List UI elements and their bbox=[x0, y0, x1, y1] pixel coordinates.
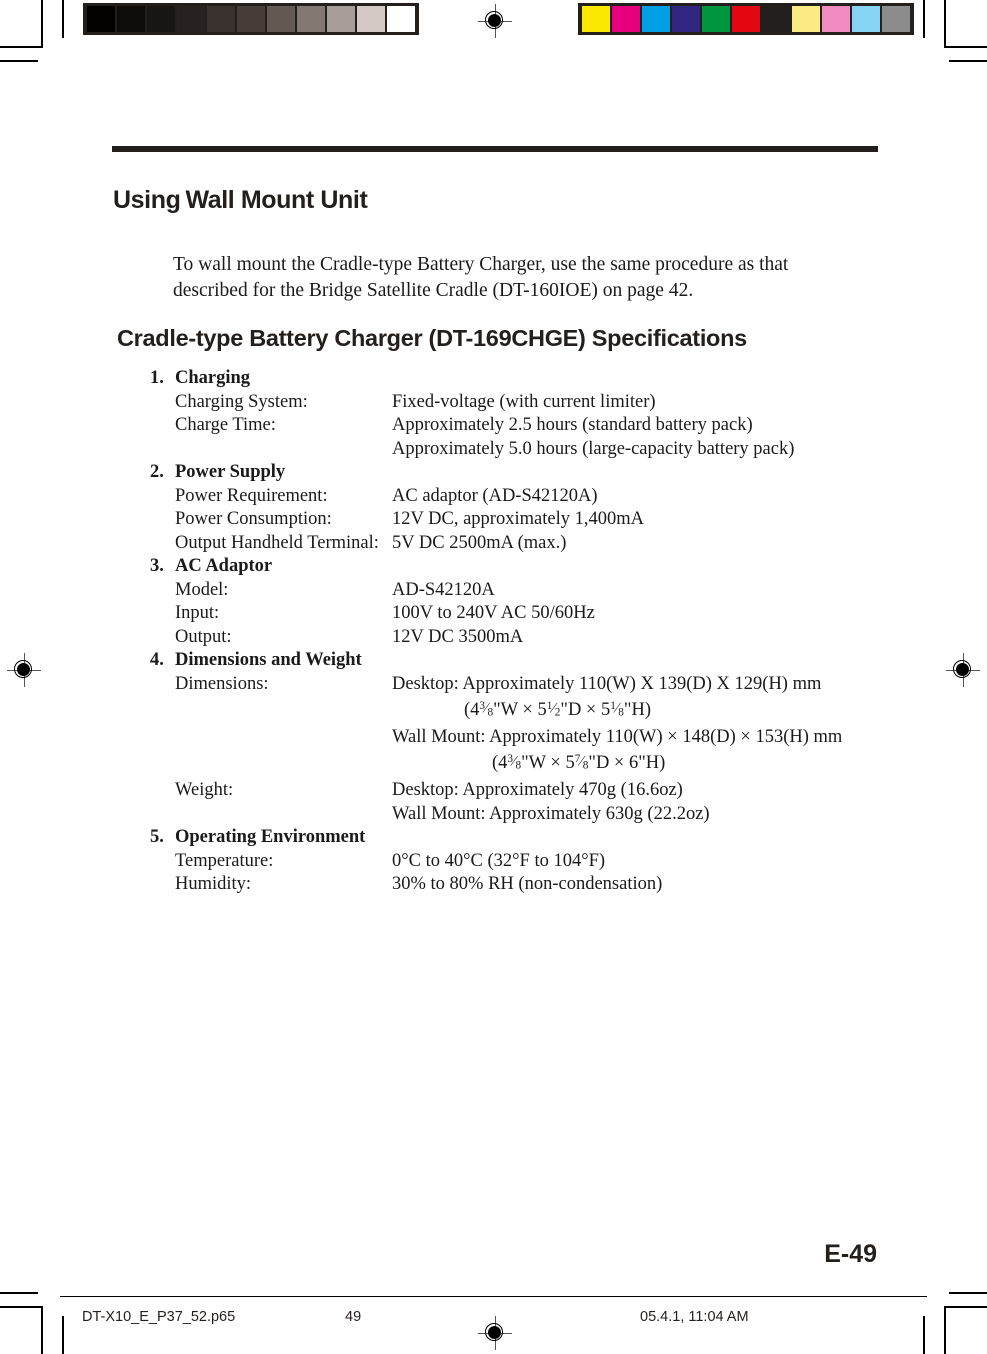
spec-value: Wall Mount: Approximately 110(W) × 148(D… bbox=[392, 726, 843, 747]
spec-value-inches: (43⁄8"W × 51⁄2"D × 51⁄8"H) bbox=[392, 696, 651, 726]
spec-group-label: Power Supply bbox=[175, 462, 286, 482]
spec-group: 2. Power Supply Power Requirement: AC adapt… bbox=[150, 461, 910, 555]
intro-paragraph: To wall mount the Cradle-type Battery Ch… bbox=[173, 253, 789, 301]
spec-value: Wall Mount: Approximately 630g (22.2oz) bbox=[392, 803, 710, 824]
spec-group: 5. Operating Environment Temperature: 0°C t… bbox=[150, 826, 910, 897]
page-title-word-1: Using bbox=[113, 186, 181, 214]
spec-value: Approximately 5.0 hours (large-capacity … bbox=[392, 438, 795, 459]
spec-row: Charge Time: Approximately 2.5 hours (sta… bbox=[150, 414, 910, 438]
fraction: 3⁄8 bbox=[479, 700, 494, 719]
spec-value: 12V DC, approximately 1,400mA bbox=[392, 509, 644, 529]
spec-value: Fixed-voltage (with current limiter) bbox=[392, 391, 656, 412]
spec-row: Dimensions: Desktop: Approximately 110(W)… bbox=[150, 673, 910, 697]
page-title-word-2: Wall Mount Unit bbox=[185, 186, 368, 214]
spec-row: Power Requirement: AC adaptor (AD-S42120A… bbox=[150, 485, 910, 509]
spec-group-label: Dimensions and Weight bbox=[175, 650, 362, 670]
spec-value: 0°C to 40°C (32°F to 104°F) bbox=[392, 850, 606, 871]
spec-row-continuation: Wall Mount: Approximately 630g (22.2oz) bbox=[150, 803, 910, 827]
spec-row: Input: 100V to 240V AC 50/60Hz bbox=[150, 602, 910, 626]
spec-group-title: 3. AC Adaptor bbox=[150, 555, 910, 579]
spec-label: Humidity: bbox=[175, 874, 252, 895]
section-divider-rule bbox=[112, 146, 878, 152]
specifications-heading: Cradle-type Battery Charger (DT-169CHGE)… bbox=[117, 325, 747, 351]
spec-group-title: 4. Dimensions and Weight bbox=[150, 649, 910, 673]
spec-label: Charge Time: bbox=[175, 415, 276, 435]
spec-label: Model: bbox=[175, 579, 229, 600]
fraction: 3⁄8 bbox=[507, 753, 522, 772]
spec-group-label: Charging bbox=[175, 368, 251, 388]
spec-label: Output: bbox=[175, 626, 232, 647]
spec-row: Output: 12V DC 3500mA bbox=[150, 626, 910, 650]
spec-value-inches: (43⁄8"W × 57⁄8"D × 6"H) bbox=[392, 749, 665, 779]
spec-group-title: 2. Power Supply bbox=[150, 461, 910, 485]
spec-value: AD-S42120A bbox=[392, 579, 495, 600]
spec-row: Temperature: 0°C to 40°C (32°F to 104°F) bbox=[150, 850, 910, 874]
fraction: 7⁄8 bbox=[574, 753, 589, 772]
footer-page-number: 49 bbox=[345, 1309, 362, 1325]
specifications-list: 1. Charging Charging System: Fixed-voltage … bbox=[150, 367, 910, 897]
spec-row-continuation: Approximately 5.0 hours (large-capacity … bbox=[150, 438, 910, 462]
spec-value: Desktop: Approximately 470g (16.6oz) bbox=[392, 780, 683, 801]
spec-row: Model: AD-S42120A bbox=[150, 579, 910, 603]
spec-label: Weight: bbox=[175, 780, 234, 801]
spec-row: Humidity: 30% to 80% RH (non-condensation… bbox=[150, 873, 910, 897]
spec-row: Weight: Desktop: Approximately 470g (16.6… bbox=[150, 779, 910, 803]
spec-row: Power Consumption: 12V DC, approximately … bbox=[150, 508, 910, 532]
spec-label: Input: bbox=[175, 603, 220, 623]
spec-value: 100V to 240V AC 50/60Hz bbox=[392, 603, 595, 623]
document-page: Using Wall Mount Unit To wall mount the C… bbox=[0, 0, 987, 1354]
spec-value: Approximately 2.5 hours (standard batter… bbox=[392, 415, 753, 435]
spec-group-number: 2. bbox=[150, 462, 164, 482]
spec-group: 3. AC Adaptor Model: AD-S42120A Input: 100V t… bbox=[150, 555, 910, 649]
spec-row-dimensions-inches-wall-mount: (43⁄8"W × 57⁄8"D × 6"H) bbox=[150, 749, 910, 779]
footer-timestamp: 05.4.1, 11:04 AM bbox=[640, 1309, 749, 1325]
spec-group-label: AC Adaptor bbox=[175, 556, 273, 576]
spec-group: 1. Charging Charging System: Fixed-voltage … bbox=[150, 367, 910, 461]
spec-label: Charging System: bbox=[175, 391, 308, 412]
page-title: Using Wall Mount Unit bbox=[113, 186, 368, 215]
spec-value: AC adaptor (AD-S42120A) bbox=[392, 485, 598, 506]
spec-group-title: 1. Charging bbox=[150, 367, 910, 391]
spec-value: Desktop: Approximately 110(W) X 139(D) X… bbox=[392, 673, 822, 694]
spec-label: Power Requirement: bbox=[175, 485, 328, 506]
spec-group-number: 1. bbox=[150, 368, 164, 388]
spec-row-continuation: Wall Mount: Approximately 110(W) × 148(D… bbox=[150, 726, 910, 750]
spec-group-label: Operating Environment bbox=[175, 827, 366, 848]
spec-value: 12V DC 3500mA bbox=[392, 626, 524, 647]
fraction: 1⁄8 bbox=[610, 700, 624, 719]
fraction: 1⁄2 bbox=[546, 700, 561, 719]
spec-label: Output Handheld Terminal: bbox=[175, 532, 379, 553]
spec-group: 4. Dimensions and Weight Dimensions: Deskto… bbox=[150, 649, 910, 826]
spec-group-number: 4. bbox=[150, 650, 164, 670]
spec-group-title: 5. Operating Environment bbox=[150, 826, 910, 850]
spec-label: Dimensions: bbox=[175, 673, 269, 694]
footer-divider-rule bbox=[60, 1296, 927, 1298]
spec-value: 30% to 80% RH (non-condensation) bbox=[392, 874, 663, 895]
spec-row: Charging System: Fixed-voltage (with curr… bbox=[150, 391, 910, 415]
spec-label: Power Consumption: bbox=[175, 509, 332, 529]
spec-row-dimensions-inches-desktop: (43⁄8"W × 51⁄2"D × 51⁄8"H) bbox=[150, 696, 910, 726]
spec-value: 5V DC 2500mA (max.) bbox=[392, 532, 567, 553]
spec-group-number: 5. bbox=[150, 827, 164, 848]
page-number: E-49 bbox=[824, 1240, 877, 1268]
spec-label: Temperature: bbox=[175, 850, 274, 871]
footer-file-name: DT-X10_E_P37_52.p65 bbox=[82, 1309, 236, 1325]
spec-group-number: 3. bbox=[150, 556, 164, 576]
spec-row: Output Handheld Terminal: 5V DC 2500mA (m… bbox=[150, 532, 910, 556]
